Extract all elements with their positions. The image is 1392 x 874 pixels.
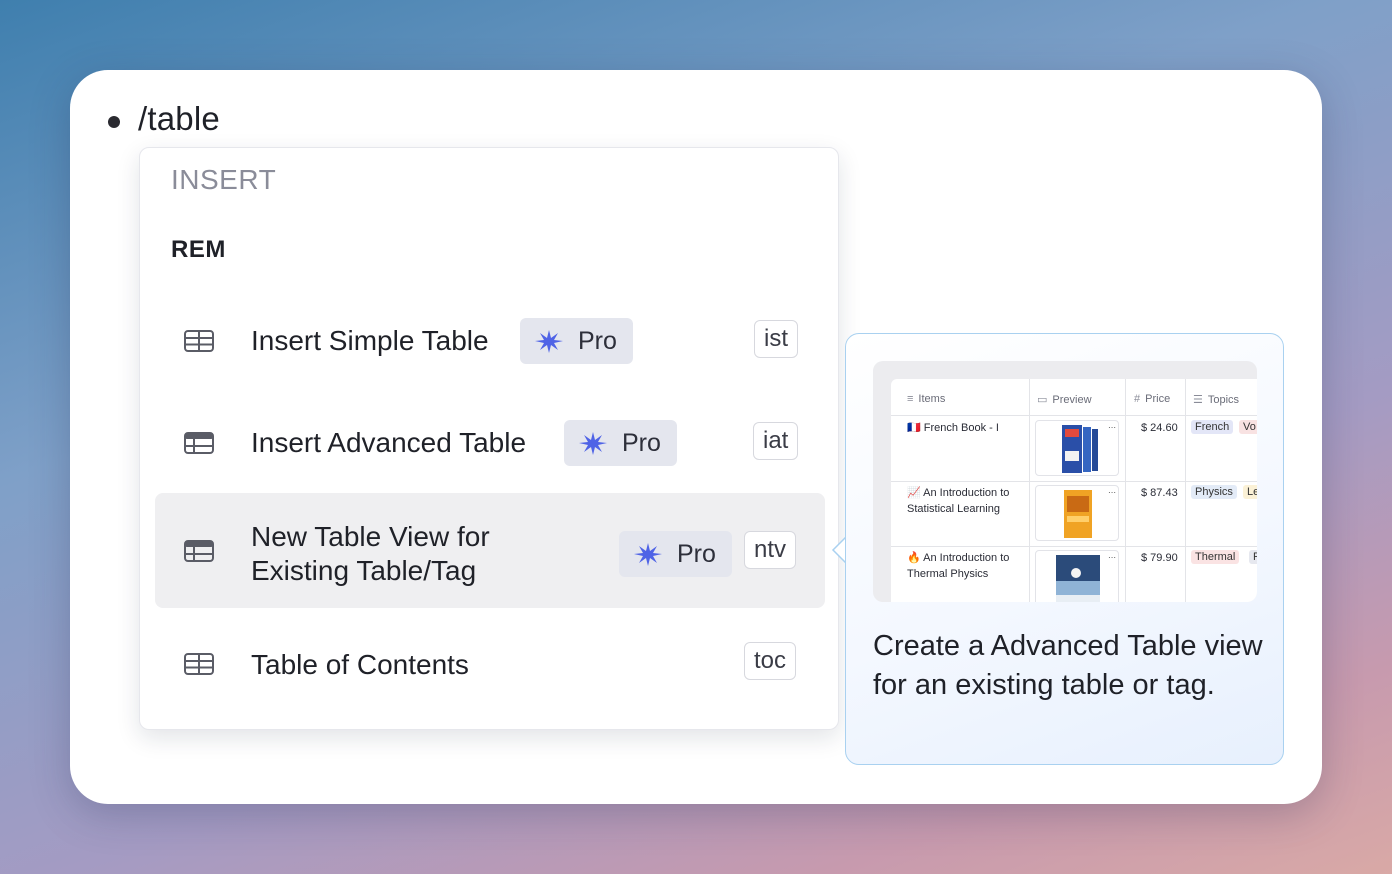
- section-label: INSERT: [171, 164, 277, 195]
- topic-tag: Vo: [1239, 420, 1257, 434]
- column-header-price: # Price: [1134, 393, 1171, 405]
- book-cover-image: ⋯: [1035, 420, 1119, 476]
- menu-item-label: Insert Advanced Table: [251, 427, 527, 458]
- pro-label: Pro: [578, 326, 617, 355]
- table-row: 🇫🇷 French Book - I: [907, 422, 999, 434]
- column-header-preview: ▭ Preview: [1037, 393, 1092, 407]
- topic-tag: P: [1249, 550, 1257, 564]
- menu-item-label: Table of Contents: [251, 649, 469, 680]
- table-of-contents-icon: [184, 653, 214, 675]
- pro-label: Pro: [622, 428, 661, 457]
- column-header-items: ≡ Items: [907, 393, 946, 405]
- table-row: 📈 An Introduction to Statistical Learnin…: [907, 487, 1010, 515]
- svg-text:⋯: ⋯: [1108, 553, 1116, 562]
- pro-star-icon: [579, 432, 607, 455]
- topic-tag: Le: [1243, 485, 1257, 499]
- shortcut-badge: ntv: [744, 531, 797, 569]
- svg-text:⋯: ⋯: [1108, 423, 1116, 432]
- preview-thumbnail: ≡ Items ▭ Preview # Price ☰ Topics 🇫🇷 French…: [873, 361, 1257, 602]
- topic-tag: French: [1191, 420, 1234, 434]
- menu-item-label: Insert Simple Table: [251, 325, 489, 356]
- menu-item-insert-simple-table[interactable]: Insert Simple Table Pro ist: [155, 286, 825, 396]
- advanced-table-icon: [184, 432, 214, 454]
- pro-badge: Pro: [619, 531, 732, 577]
- column-header-topics: ☰ Topics: [1193, 393, 1240, 407]
- shortcut-badge: iat: [753, 422, 799, 460]
- pro-label: Pro: [677, 539, 716, 568]
- pro-badge: Pro: [564, 420, 677, 466]
- menu-item-table-of-contents[interactable]: Table of Contents toc: [155, 610, 825, 720]
- command-text[interactable]: /table: [138, 100, 220, 138]
- bullet-point: [108, 116, 120, 128]
- group-label: REM: [171, 236, 226, 263]
- pro-badge: Pro: [520, 318, 633, 364]
- price-cell: $ 24.60: [1141, 422, 1178, 434]
- shortcut-badge: ist: [754, 320, 798, 358]
- table-row: 🔥 An Introduction to Thermal Physics: [907, 552, 1010, 580]
- book-cover-image: ⋯: [1035, 550, 1119, 602]
- pro-star-icon: [634, 543, 662, 566]
- book-cover-image: ⋯: [1035, 485, 1119, 541]
- preview-panel: ≡ Items ▭ Preview # Price ☰ Topics 🇫🇷 French…: [845, 333, 1284, 765]
- slash-command-menu: INSERT REM Insert Simple Table Pro ist I…: [139, 147, 839, 730]
- menu-item-label-line1: New Table View for: [251, 521, 490, 552]
- price-cell: $ 79.90: [1141, 552, 1178, 564]
- menu-item-new-table-view[interactable]: New Table View for Existing Table/Tag Pr…: [155, 493, 825, 608]
- topic-tag: Physics: [1191, 485, 1237, 499]
- simple-table-icon: [184, 330, 214, 352]
- menu-item-label-line2: Existing Table/Tag: [251, 555, 477, 586]
- svg-text:⋯: ⋯: [1108, 488, 1116, 497]
- preview-description: Create a Advanced Table view for an exis…: [873, 630, 1263, 701]
- topic-tag: Thermal: [1191, 550, 1240, 564]
- shortcut-badge: toc: [744, 642, 797, 680]
- preview-table: ≡ Items ▭ Preview # Price ☰ Topics 🇫🇷 French…: [891, 379, 1257, 602]
- pro-star-icon: [535, 330, 563, 353]
- menu-item-insert-advanced-table[interactable]: Insert Advanced Table Pro iat: [155, 388, 825, 498]
- table-view-icon: [184, 540, 214, 562]
- price-cell: $ 87.43: [1141, 487, 1178, 499]
